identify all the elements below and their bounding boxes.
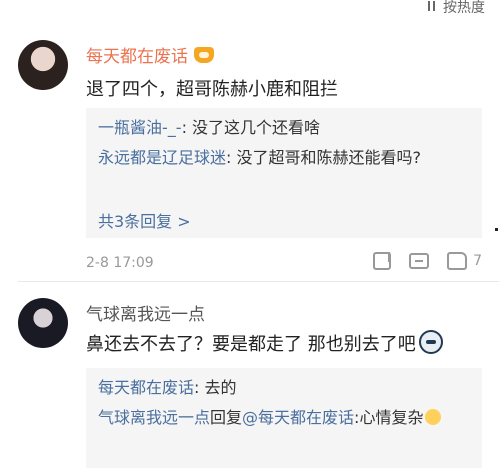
comment-2: 气球离我远一点 鼻还去不去了？要是都走了 那也别去了吧 每天都在废话: 去的 气…	[0, 282, 499, 468]
reply-item: 永远都是辽足球迷: 没了超哥和陈赫还能看吗?	[98, 146, 470, 170]
comment-icon[interactable]	[409, 253, 430, 269]
reply-text: : 没了这几个还看啥	[181, 118, 321, 137]
reply-mid: 回复	[210, 408, 243, 427]
reply-author[interactable]: 每天都在废话	[98, 378, 194, 397]
reply-text: : 没了超哥和陈赫还能看吗?	[226, 148, 421, 167]
reply-text: :心情复杂	[354, 408, 424, 427]
comment-meta: 2-8 17:09 7	[86, 252, 482, 276]
like-button[interactable]: 7	[447, 252, 482, 270]
reply-box: 每天都在废话: 去的 气球离我远一点回复@每天都在废话:心情复杂	[86, 368, 482, 468]
reply-author[interactable]: 气球离我远一点	[98, 408, 210, 427]
reply-item: 一瓶酱油-_-: 没了这几个还看啥	[98, 116, 470, 140]
comment-text: 鼻还去不去了？要是都走了 那也别去了吧	[86, 330, 443, 356]
comment-time: 2-8 17:09	[86, 255, 154, 271]
reply-item: 气球离我远一点回复@每天都在废话:心情复杂	[98, 406, 470, 430]
share-icon[interactable]	[373, 252, 392, 270]
comment-1: 每天都在废话 退了四个，超哥陈赫小鹿和阻拦 一瓶酱油-_-: 没了这几个还看啥 …	[0, 0, 499, 282]
thumbs-up-icon	[447, 252, 468, 270]
reply-text: : 去的	[194, 378, 237, 397]
avatar[interactable]	[18, 40, 68, 90]
husky-emoji-icon	[418, 330, 443, 354]
reply-author[interactable]: 永远都是辽足球迷	[98, 148, 226, 167]
comment-text: 退了四个，超哥陈赫小鹿和阻拦	[86, 79, 338, 100]
scroll-indicator	[495, 228, 498, 231]
comment-author[interactable]: 气球离我远一点	[86, 300, 205, 325]
member-crown-icon	[194, 46, 214, 63]
reply-item: 每天都在废话: 去的	[98, 376, 470, 400]
comment-actions: 7	[373, 252, 482, 270]
view-all-replies-link[interactable]: 共3条回复 >	[98, 208, 191, 232]
comment-author[interactable]: 每天都在废话	[86, 42, 214, 67]
reply-mention[interactable]: @每天都在废话	[242, 408, 354, 427]
avatar[interactable]	[18, 298, 68, 348]
like-count: 7	[473, 253, 482, 269]
reply-author[interactable]: 一瓶酱油-_-	[98, 118, 182, 137]
reply-box: 一瓶酱油-_-: 没了这几个还看啥 永远都是辽足球迷: 没了超哥和陈赫还能看吗?…	[86, 108, 482, 238]
blush-emoji-icon	[425, 409, 442, 425]
